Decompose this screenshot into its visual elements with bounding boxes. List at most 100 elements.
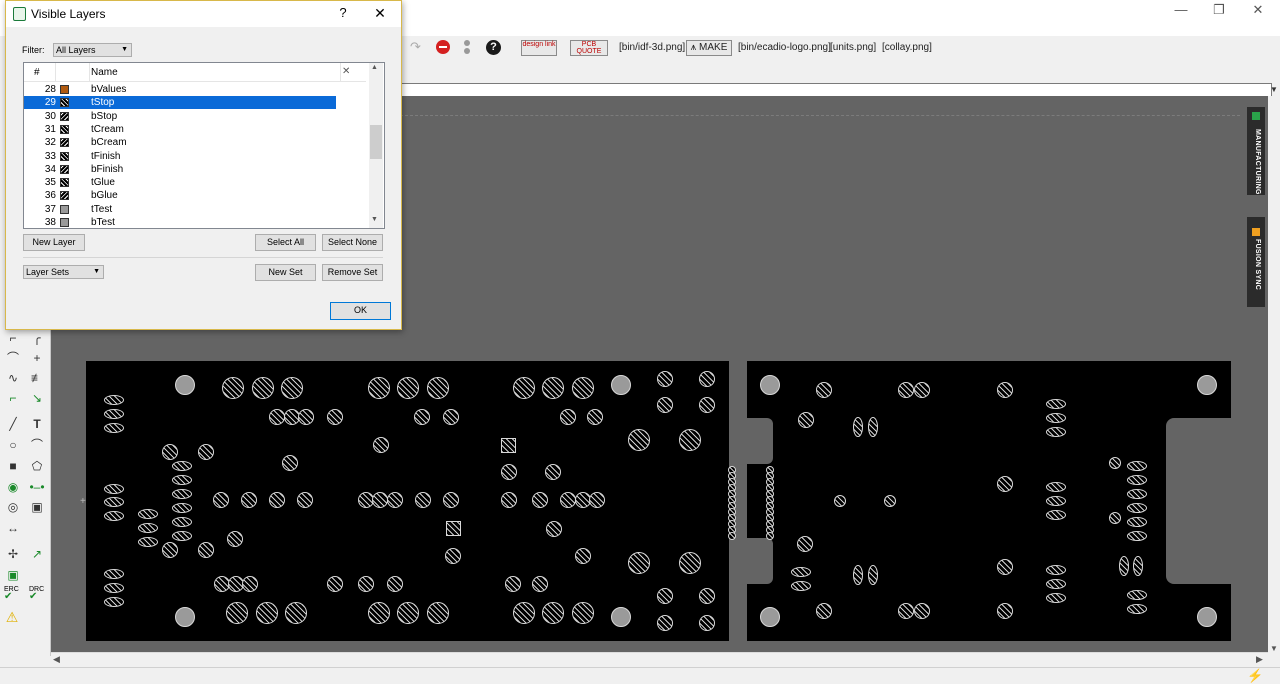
layer-color-swatch[interactable] <box>60 151 69 161</box>
autorouter-icon[interactable]: ↗ <box>29 546 45 562</box>
layer-row[interactable]: 38 bTest <box>24 216 366 228</box>
dialog-close-button[interactable]: ✕ <box>372 5 388 22</box>
lightning-icon[interactable]: ⚡ <box>1247 668 1263 684</box>
wire-icon[interactable]: ╱ <box>5 416 21 432</box>
units-button[interactable]: [units.png] <box>830 41 876 55</box>
ok-button[interactable]: OK <box>330 302 391 320</box>
miter-icon[interactable]: ⌐ <box>5 330 21 346</box>
layer-color-swatch[interactable] <box>60 111 69 121</box>
scroll-right-icon[interactable]: ▶ <box>1256 654 1263 665</box>
layer-row[interactable]: 30 bStop <box>24 110 366 123</box>
layer-row[interactable]: 32 bCream <box>24 136 366 149</box>
signal-icon[interactable]: •–• <box>29 479 45 495</box>
erc-button[interactable]: ERC ✔ <box>4 586 19 602</box>
layer-color-swatch[interactable] <box>60 164 69 174</box>
dialog-help-button[interactable]: ? <box>336 5 350 20</box>
scroll-up-icon[interactable]: ▲ <box>371 64 378 71</box>
scroll-down-icon[interactable]: ▼ <box>1270 644 1278 653</box>
make-button[interactable]: ⩚ MAKE <box>686 40 732 56</box>
ecadio-logo-button[interactable]: [bin/ecadio-logo.png] <box>738 41 831 55</box>
layer-list-header: # Name ✕ <box>24 63 366 82</box>
layer-name: bCream <box>91 137 127 149</box>
layer-color-swatch[interactable] <box>60 204 69 214</box>
rectangle-icon[interactable]: ■ <box>5 458 21 474</box>
layer-color-swatch[interactable] <box>60 98 69 108</box>
layer-list-scrollbar[interactable]: ▲ ▼ <box>369 63 383 228</box>
column-num[interactable]: # <box>34 67 40 78</box>
pcb-quote-button[interactable]: PCB QUOTE <box>570 40 608 56</box>
layer-row[interactable]: 33 tFinish <box>24 150 366 163</box>
layer-color-swatch[interactable] <box>60 85 69 94</box>
scroll-thumb[interactable] <box>370 125 382 159</box>
help-icon[interactable]: ? <box>486 40 501 55</box>
layer-row[interactable]: 35 tGlue <box>24 176 366 189</box>
collay-button[interactable]: [collay.png] <box>882 41 932 55</box>
drc-board-icon[interactable]: ▣ <box>5 567 21 583</box>
route-icon[interactable]: ⌐ <box>5 390 21 406</box>
layer-row[interactable]: 34 bFinish <box>24 163 366 176</box>
ratsnest-icon[interactable]: ✢ <box>5 546 21 562</box>
horizontal-scrollbar[interactable]: ◀ ▶ <box>51 652 1268 667</box>
circle-icon[interactable]: ○ <box>5 437 21 453</box>
layer-color-swatch[interactable] <box>60 138 69 148</box>
layer-color-swatch[interactable] <box>60 124 69 134</box>
stop-icon[interactable] <box>436 40 450 54</box>
close-button[interactable]: ✕ <box>1244 2 1272 20</box>
text-icon[interactable]: T <box>29 416 45 432</box>
layer-number: 38 <box>44 217 56 228</box>
grid-guide-line <box>400 115 1240 116</box>
layer-name: tCream <box>91 123 124 135</box>
layer-number: 37 <box>44 203 56 215</box>
chevron-down-icon[interactable]: ▼ <box>1268 83 1280 96</box>
traffic-light-icon[interactable] <box>464 40 471 55</box>
layer-row[interactable]: 36 bGlue <box>24 189 366 202</box>
layer-color-swatch[interactable] <box>60 191 69 201</box>
new-layer-button[interactable]: New Layer <box>23 234 85 251</box>
idf-3d-button[interactable]: [bin/idf-3d.png] <box>619 41 685 55</box>
layer-list[interactable]: # Name ✕ 28 bValues 29 tStop 30 bStop 31 tCream… <box>23 62 385 229</box>
clear-column-icon[interactable]: ✕ <box>342 66 350 77</box>
new-set-button[interactable]: New Set <box>255 264 316 281</box>
ripup-icon[interactable]: ↘ <box>29 390 45 406</box>
meander-icon[interactable]: ∿ <box>5 370 21 386</box>
via-icon[interactable]: ◉ <box>5 479 21 495</box>
arc-icon[interactable]: ⌒ <box>29 437 45 453</box>
scroll-down-icon[interactable]: ▼ <box>371 216 378 223</box>
layer-name: bValues <box>91 84 127 95</box>
redo-icon[interactable]: ↷ <box>410 40 424 54</box>
select-none-button[interactable]: Select None <box>322 234 383 251</box>
layer-row[interactable]: 28 bValues <box>24 83 366 96</box>
scroll-left-icon[interactable]: ◀ <box>53 654 60 665</box>
hole-icon[interactable]: ◎ <box>5 499 21 515</box>
attribute-icon[interactable]: ▣ <box>29 499 45 515</box>
layer-name: bFinish <box>91 163 124 175</box>
minimize-button[interactable]: — <box>1167 2 1195 20</box>
manufacturing-tab[interactable]: MANUFACTURING <box>1247 107 1265 195</box>
split-icon[interactable]: ⌒ <box>5 350 21 366</box>
manufacturing-tab-label: MANUFACTURING <box>1254 129 1261 195</box>
dimension-icon[interactable]: ↔ <box>5 520 21 536</box>
remove-set-button[interactable]: Remove Set <box>322 264 383 281</box>
column-name[interactable]: Name <box>91 67 118 78</box>
optimize-icon[interactable]: + <box>29 350 45 366</box>
layer-color-swatch[interactable] <box>60 178 69 188</box>
fusion-sync-tab[interactable]: FUSION SYNC <box>1247 217 1265 307</box>
layer-color-swatch[interactable] <box>60 218 69 227</box>
make-label: MAKE <box>699 42 728 53</box>
filter-select[interactable]: All Layers ▼ <box>53 43 132 57</box>
polygon-icon[interactable]: ⬠ <box>29 458 45 474</box>
route-multi-icon[interactable]: ≢ <box>29 370 45 386</box>
restore-button[interactable]: ❐ <box>1205 2 1233 20</box>
layer-row[interactable]: 37 tTest <box>24 203 366 216</box>
layer-row[interactable]: 29 tStop <box>24 96 366 110</box>
layer-name: tTest <box>91 203 113 215</box>
chevron-down-icon: ▼ <box>121 46 128 53</box>
layer-sets-select[interactable]: Layer Sets ▼ <box>23 265 104 279</box>
warning-icon[interactable]: ⚠ <box>4 609 20 625</box>
layer-row[interactable]: 31 tCream <box>24 123 366 136</box>
design-link-button[interactable]: design link <box>521 40 557 56</box>
drc-button[interactable]: DRC ✔ <box>29 586 44 602</box>
arc-corner-icon[interactable]: ╭ <box>29 330 45 346</box>
select-all-button[interactable]: Select All <box>255 234 316 251</box>
vertical-scrollbar[interactable]: ▼ <box>1268 96 1280 653</box>
